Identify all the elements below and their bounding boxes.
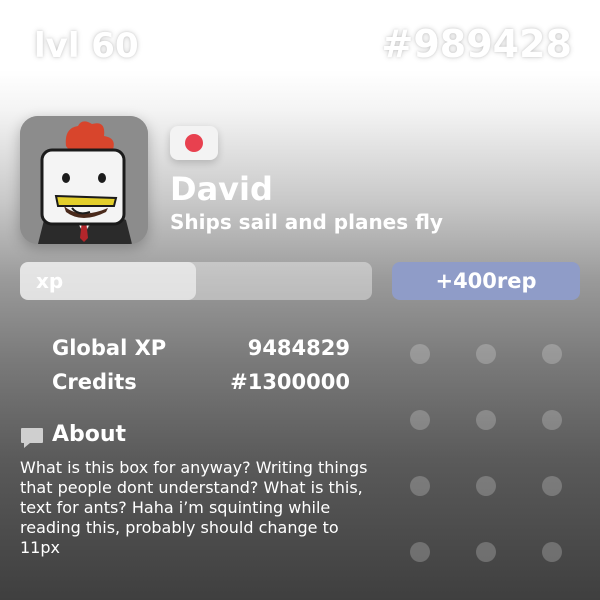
speech-bubble-icon (21, 428, 43, 448)
decorative-dot (410, 476, 430, 496)
country-flag-badge (170, 126, 218, 160)
decorative-dot (410, 344, 430, 364)
japan-flag-icon (185, 134, 203, 152)
rep-button[interactable]: +400rep (392, 262, 580, 300)
stat-label-global-xp: Global XP (52, 336, 167, 360)
profile-tagline: Ships sail and planes fly (170, 210, 443, 234)
decorative-dot (542, 476, 562, 496)
avatar[interactable] (20, 116, 148, 244)
decorative-dot (476, 542, 496, 562)
user-id: #989428 (381, 22, 572, 66)
decorative-dot (542, 542, 562, 562)
decorative-dot (476, 410, 496, 430)
decorative-dot (542, 410, 562, 430)
decorative-dot (542, 344, 562, 364)
level-label: lvl 60 (34, 26, 139, 66)
decorative-dot (476, 476, 496, 496)
stat-value-global-xp: 9484829 (247, 336, 350, 360)
about-text: What is this box for anyway? Writing thi… (20, 458, 368, 557)
decorative-dot (476, 344, 496, 364)
chicken-avatar-icon (20, 116, 148, 244)
stat-label-credits: Credits (52, 370, 137, 394)
decorative-dot (410, 542, 430, 562)
decorative-dot (410, 410, 430, 430)
xp-progress-bar: xp (20, 262, 372, 300)
stat-value-credits: #1300000 (230, 370, 350, 394)
about-title: About (52, 422, 127, 447)
xp-label: xp (36, 269, 64, 293)
profile-name: David (170, 170, 273, 208)
